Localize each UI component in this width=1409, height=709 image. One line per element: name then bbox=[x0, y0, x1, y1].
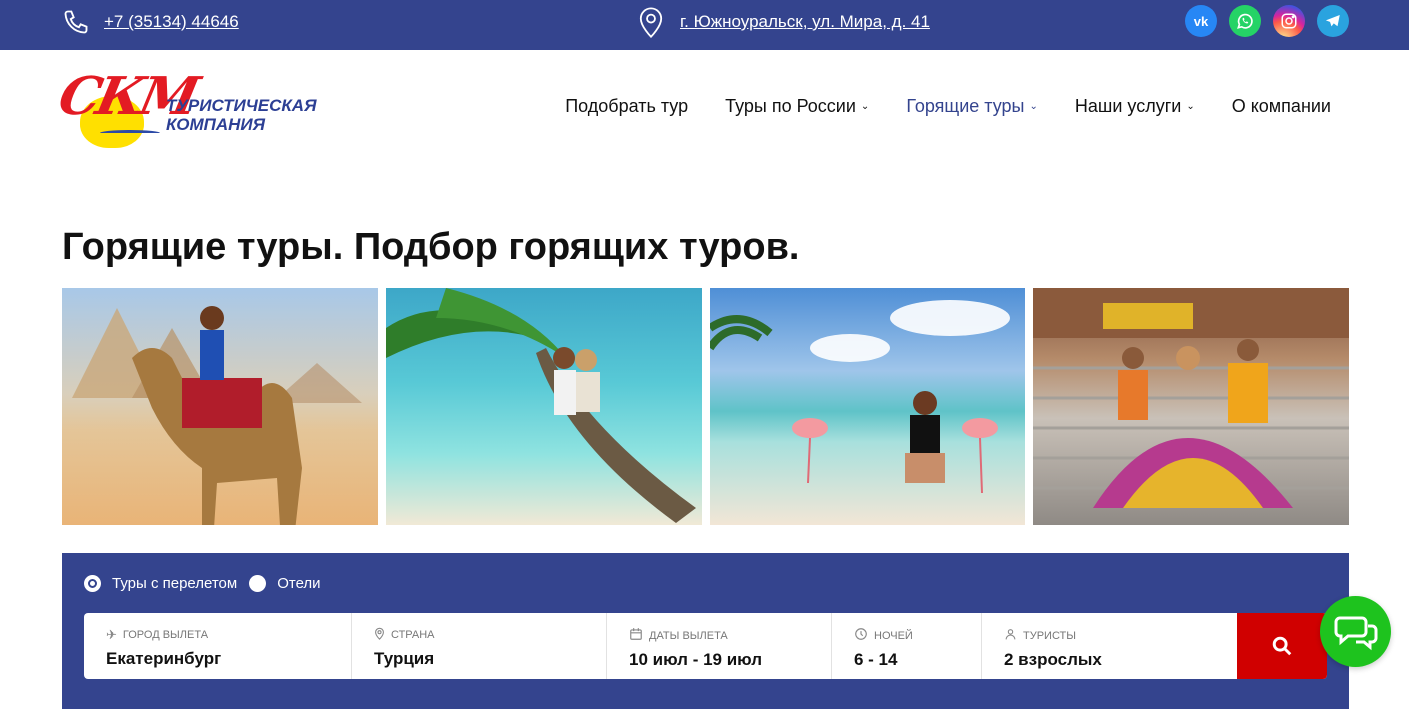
location-pin-icon bbox=[374, 627, 385, 643]
photo-flamingo-beach[interactable] bbox=[709, 288, 1026, 525]
search-button[interactable] bbox=[1237, 613, 1327, 679]
field-caption: Ночей bbox=[874, 629, 913, 642]
location-pin-icon bbox=[639, 7, 663, 39]
field-value: Турция bbox=[374, 649, 435, 668]
phone-contact: +7 (35134) 44646 bbox=[62, 8, 239, 36]
chevron-down-icon: ⌄ bbox=[860, 101, 870, 112]
photo-palm-couple[interactable] bbox=[385, 288, 702, 525]
phone-link[interactable]: +7 (35134) 44646 bbox=[104, 12, 239, 32]
page-title: Горящие туры. Подбор горящих туров. bbox=[62, 226, 800, 268]
nav-item-hot-tours[interactable]: Горящие туры ⌄ bbox=[906, 96, 1038, 117]
radio-hotels[interactable]: Отели bbox=[249, 575, 321, 592]
nav-item-label: Подобрать тур bbox=[565, 96, 689, 116]
instagram-icon[interactable] bbox=[1273, 5, 1305, 37]
nights-field[interactable]: Ночей 6 - 14 bbox=[832, 613, 982, 679]
nav-item-russia-tours[interactable]: Туры по России ⌄ bbox=[725, 96, 869, 117]
chevron-down-icon: ⌄ bbox=[1029, 101, 1038, 112]
field-value: 6 - 14 bbox=[854, 650, 898, 669]
radio-tours-with-flight[interactable]: Туры с перелетом bbox=[84, 575, 237, 592]
departure-city-field[interactable]: ✈ Город вылета Екатеринбург bbox=[84, 613, 352, 679]
search-icon bbox=[1272, 636, 1292, 656]
photo-india-ghat[interactable] bbox=[1033, 288, 1349, 525]
field-caption: Туристы bbox=[1023, 629, 1076, 642]
radio-dot bbox=[249, 575, 267, 592]
nav-item-services[interactable]: Наши услуги ⌄ bbox=[1075, 96, 1195, 117]
radio-label: Туры с перелетом bbox=[112, 575, 238, 592]
field-caption-row: Туристы bbox=[1004, 627, 1237, 644]
company-logo[interactable]: СКМ ТУРИСТИЧЕСКАЯ КОМПАНИЯ bbox=[54, 66, 330, 150]
vk-icon[interactable]: vk bbox=[1185, 5, 1217, 37]
phone-icon bbox=[64, 10, 88, 34]
field-value: 2 взрослых bbox=[1004, 650, 1102, 669]
field-caption-row: ✈ Город вылета bbox=[106, 627, 351, 643]
nav-item-label: Горящие туры bbox=[906, 96, 1025, 116]
search-mode-selector: Туры с перелетом Отели bbox=[84, 575, 333, 592]
clock-icon bbox=[854, 627, 868, 644]
radio-label: Отели bbox=[277, 575, 321, 592]
nav-item-label: О компании bbox=[1231, 96, 1331, 116]
plane-icon: ✈ bbox=[106, 627, 117, 642]
social-links: vk bbox=[1185, 5, 1349, 37]
whatsapp-icon[interactable] bbox=[1229, 5, 1261, 37]
logo-wave-shape bbox=[100, 130, 160, 136]
main-nav: Подобрать тур Туры по России ⌄ Горящие т… bbox=[528, 96, 1331, 117]
chevron-down-icon: ⌄ bbox=[1186, 101, 1195, 112]
search-fields: ✈ Город вылета Екатеринбург Страна Турци… bbox=[84, 613, 1327, 679]
address-contact: г. Южноуральск, ул. Мира, д. 41 bbox=[637, 5, 930, 39]
country-field[interactable]: Страна Турция bbox=[352, 613, 607, 679]
tour-photo-gallery bbox=[62, 288, 1349, 525]
calendar-icon bbox=[629, 627, 643, 644]
photo-egypt-camel[interactable] bbox=[62, 288, 378, 525]
top-bar: +7 (35134) 44646 г. Южноуральск, ул. Мир… bbox=[0, 0, 1409, 50]
field-caption-row: Даты вылета bbox=[629, 627, 831, 644]
field-caption: Город вылета bbox=[122, 629, 209, 641]
user-icon bbox=[1004, 627, 1017, 644]
departure-dates-field[interactable]: Даты вылета 10 июл - 19 июл bbox=[607, 613, 832, 679]
field-value: 10 июл - 19 июл bbox=[629, 650, 763, 669]
field-caption: Даты вылета bbox=[649, 629, 728, 642]
field-value: Екатеринбург bbox=[106, 649, 222, 668]
tourists-field[interactable]: Туристы 2 взрослых bbox=[982, 613, 1237, 679]
tour-search-panel: Туры с перелетом Отели ✈ Город вылета Ек… bbox=[62, 553, 1349, 709]
logo-text-line1: ТУРИСТИЧЕСКАЯ bbox=[166, 96, 317, 115]
field-caption-row: Страна bbox=[374, 627, 606, 643]
nav-item-label: Наши услуги bbox=[1074, 96, 1182, 116]
address-link[interactable]: г. Южноуральск, ул. Мира, д. 41 bbox=[680, 12, 930, 32]
nav-item-pick-tour[interactable]: Подобрать тур bbox=[565, 96, 688, 117]
chat-button[interactable] bbox=[1320, 596, 1391, 667]
field-caption: Страна bbox=[391, 629, 435, 641]
nav-item-about[interactable]: О компании bbox=[1232, 96, 1331, 117]
telegram-icon[interactable] bbox=[1317, 5, 1349, 37]
chat-bubbles-icon bbox=[1334, 616, 1377, 650]
nav-item-label: Туры по России bbox=[725, 96, 856, 116]
logo-text-line2: КОМПАНИЯ bbox=[166, 115, 266, 134]
field-caption-row: Ночей bbox=[854, 627, 981, 644]
radio-dot bbox=[84, 575, 101, 592]
